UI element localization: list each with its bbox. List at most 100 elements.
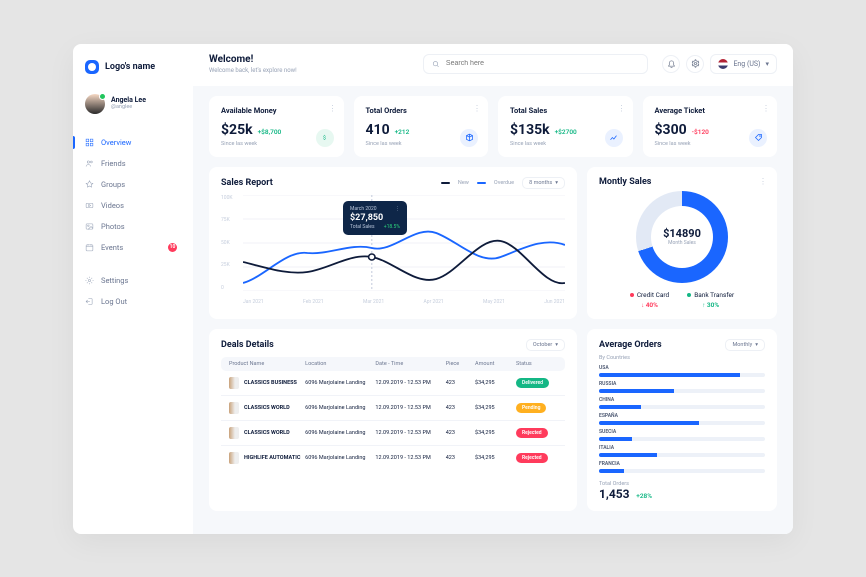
users-icon <box>85 159 94 168</box>
cell-piece: 423 <box>446 430 475 436</box>
settings-button[interactable] <box>686 55 704 73</box>
nav-videos[interactable]: Videos <box>73 195 193 216</box>
stat-label: Average Ticket <box>655 106 766 115</box>
profile-name: Angela Lee <box>111 97 146 105</box>
cell-location: 6096 Marjolaine Landing <box>305 380 375 386</box>
brand-name: Logo's name <box>105 62 155 72</box>
sales-report-panel: Sales Report New Overdue 8 months▾ 100K <box>209 167 577 319</box>
stat-label: Total Sales <box>510 106 621 115</box>
country-name: SUECIA <box>599 429 765 435</box>
stat-value: 410 <box>366 122 390 138</box>
bar-fill <box>599 405 641 409</box>
nav-photos[interactable]: Photos <box>73 216 193 237</box>
stat-label: Available Money <box>221 106 332 115</box>
menu-icon[interactable]: ⋮ <box>759 177 767 186</box>
nav-label: Photos <box>101 222 125 231</box>
stat-delta: +212 <box>395 128 410 136</box>
panel-title: Montly Sales <box>599 177 651 187</box>
nav-label: Overview <box>101 138 131 147</box>
table-row[interactable]: HIGHLIFE AUTOMATIC6096 Marjolaine Landin… <box>221 446 565 470</box>
donut-value: $14890 <box>663 227 701 240</box>
table-row[interactable]: CLASSICS BUSINESS 6096 Marjolaine Landing… <box>221 371 565 396</box>
status-badge: Rejected <box>516 453 548 463</box>
menu-icon[interactable]: ⋮ <box>473 104 480 113</box>
country-name: FRANCIA <box>599 461 765 467</box>
bar-fill <box>599 453 657 457</box>
language-select[interactable]: Eng (US) ▾ <box>710 54 777 74</box>
chevron-down-icon: ▾ <box>765 60 769 68</box>
nav-settings[interactable]: Settings <box>73 270 193 291</box>
bell-icon <box>667 59 676 68</box>
profile[interactable]: Angela Lee @anglee <box>73 88 193 128</box>
cell-amount: $34,295 <box>475 430 516 436</box>
grid-icon <box>85 138 94 147</box>
nav-friends[interactable]: Friends <box>73 153 193 174</box>
table-row[interactable]: CLASSICS WORLD6096 Marjolaine Landing12.… <box>221 421 565 446</box>
page-subtitle: Welcome back, let's explore now! <box>209 67 297 74</box>
bar-fill <box>599 421 699 425</box>
product-name: CLASSICS WORLD <box>244 405 290 411</box>
country-bar: ESPAÑA <box>599 413 765 425</box>
nav-label: Log Out <box>101 297 127 306</box>
menu-icon[interactable]: ⋮ <box>329 104 336 113</box>
legend-swatch-overdue <box>477 182 486 184</box>
logo-icon <box>85 60 99 74</box>
nav-groups[interactable]: Groups <box>73 174 193 195</box>
monthly-sales-panel: ⋮ Montly Sales $14890 Month Sales Credit… <box>587 167 777 319</box>
panel-title: Deals Details <box>221 340 274 350</box>
panel-title: Average Orders <box>599 340 662 350</box>
legend-dot <box>687 293 691 297</box>
nav-events[interactable]: Events 10 <box>73 237 193 258</box>
total-value: 1,453 <box>599 487 630 501</box>
menu-icon[interactable]: ⋮ <box>618 104 625 113</box>
notifications-button[interactable] <box>662 55 680 73</box>
stat-available-money: ⋮ Available Money $25k +$8,700 Since las… <box>209 96 344 157</box>
stat-total-orders: ⋮ Total Orders 410 +212 Since las week <box>354 96 489 157</box>
product-image <box>229 377 239 389</box>
total-change: +28% <box>636 492 652 500</box>
topbar: Welcome! Welcome back, let's explore now… <box>193 44 793 86</box>
logo[interactable]: Logo's name <box>73 60 193 88</box>
chart-legend: New Overdue <box>441 180 514 186</box>
donut-label: Month Sales <box>668 240 696 246</box>
legend-swatch-new <box>441 182 450 184</box>
chart-icon <box>605 129 623 147</box>
stat-value: $300 <box>655 122 687 138</box>
stat-value: $135k <box>510 122 550 138</box>
main: Welcome! Welcome back, let's explore now… <box>193 44 793 534</box>
stat-sub: Since las week <box>366 141 477 147</box>
avg-period-select[interactable]: Monthly▾ <box>725 339 765 351</box>
bar-fill <box>599 373 740 377</box>
country-name: ITALIA <box>599 445 765 451</box>
svg-text:$: $ <box>323 134 326 141</box>
cell-date: 12.09.2019 - 12.53 PM <box>375 430 445 436</box>
country-name: USA <box>599 365 765 371</box>
dollar-icon: $ <box>316 129 334 147</box>
search[interactable] <box>423 54 648 74</box>
avg-total: Total Orders 1,453 +28% <box>599 481 765 501</box>
table-row[interactable]: CLASSICS WORLD6096 Marjolaine Landing12.… <box>221 396 565 421</box>
nav-overview[interactable]: Overview <box>73 132 193 153</box>
nav-label: Events <box>101 243 123 252</box>
cell-date: 12.09.2019 - 12.53 PM <box>375 455 445 461</box>
product-image <box>229 402 239 414</box>
country-bar: SUECIA <box>599 429 765 441</box>
country-name: ESPAÑA <box>599 413 765 419</box>
deals-period-select[interactable]: October▾ <box>526 339 565 351</box>
image-icon <box>85 222 94 231</box>
gear-icon <box>85 276 94 285</box>
country-name: CHINA <box>599 397 765 403</box>
product-name: CLASSICS BUSINESS <box>244 380 297 386</box>
nav-logout[interactable]: Log Out <box>73 291 193 312</box>
calendar-icon <box>85 243 94 252</box>
table-header: Product Name Location Date - Time Piece … <box>221 357 565 371</box>
nav-label: Groups <box>101 180 125 189</box>
search-input[interactable] <box>446 60 640 67</box>
period-select[interactable]: 8 months▾ <box>522 177 565 189</box>
chevron-down-icon: ▾ <box>555 180 558 186</box>
country-bar: RUSSIA <box>599 381 765 393</box>
panel-title: Sales Report <box>221 178 273 188</box>
stat-average-ticket: ⋮ Average Ticket $300 -$120 Since las we… <box>643 96 778 157</box>
menu-icon[interactable]: ⋮ <box>762 104 769 113</box>
tag-icon <box>749 129 767 147</box>
